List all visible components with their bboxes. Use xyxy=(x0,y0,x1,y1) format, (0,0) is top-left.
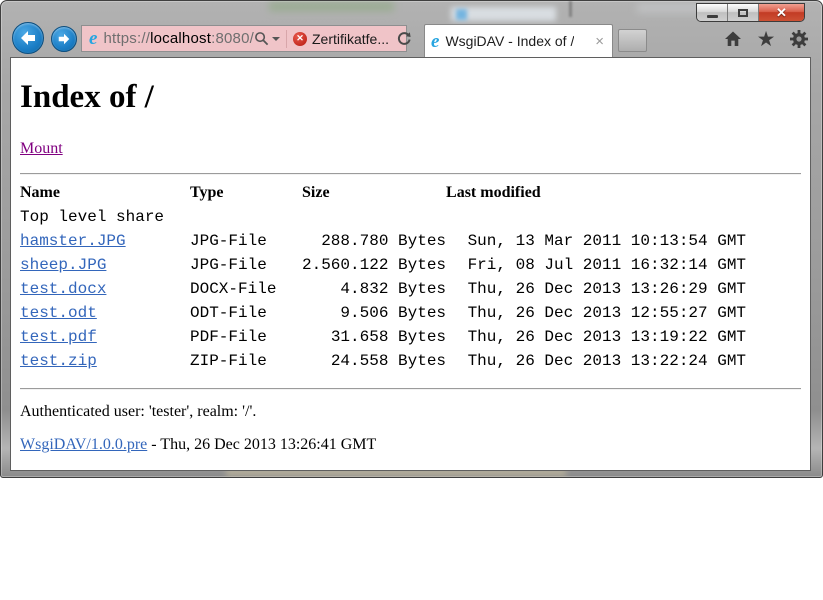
file-type: DOCX-File xyxy=(190,277,302,301)
column-header-modified: Last modified xyxy=(446,181,746,205)
server-timestamp: - Thu, 26 Dec 2013 13:26:41 GMT xyxy=(147,436,376,453)
table-header-row: Name Type Size Last modified xyxy=(20,181,746,205)
tab-close-icon[interactable]: × xyxy=(593,34,606,49)
table-row: test.odt ODT-File 9.506 Bytes Thu, 26 De… xyxy=(20,301,746,325)
back-arrow-icon xyxy=(19,30,37,46)
file-size: 2.560.122 Bytes xyxy=(302,253,446,277)
gear-icon xyxy=(789,29,809,49)
url-text: https://localhost:8080/ xyxy=(103,30,254,47)
file-type: JPG-File xyxy=(190,253,302,277)
new-tab-button[interactable] xyxy=(618,29,647,52)
star-icon: ★ xyxy=(757,29,776,50)
wsgidav-version-link[interactable]: WsgiDAV/1.0.0.pre xyxy=(20,436,147,453)
url-path: :8080/ xyxy=(211,30,254,47)
navigation-bar: e https://localhost:8080/ ✕ Zertifikatfe… xyxy=(1,16,823,57)
file-type: ODT-File xyxy=(190,301,302,325)
file-link[interactable]: sheep.JPG xyxy=(20,256,106,274)
file-size: 24.558 Bytes xyxy=(302,349,446,373)
file-link[interactable]: test.pdf xyxy=(20,328,97,346)
refresh-button[interactable] xyxy=(396,26,412,51)
certificate-error-label: Zertifikatfe... xyxy=(312,31,389,47)
divider xyxy=(20,173,801,175)
page-viewport: Index of / Mount Name Type Size Last mod… xyxy=(10,57,811,471)
file-link[interactable]: test.docx xyxy=(20,280,106,298)
file-size: 288.780 Bytes xyxy=(302,229,446,253)
home-button[interactable] xyxy=(722,28,744,50)
file-modified: Sun, 13 Mar 2011 10:13:54 GMT xyxy=(446,229,746,253)
certificate-error-icon: ✕ xyxy=(293,32,307,46)
share-label: Top level share xyxy=(20,205,746,229)
file-type: JPG-File xyxy=(190,229,302,253)
tab-title: WsgiDAV - Index of / xyxy=(445,33,574,49)
titlebar-blur-decoration xyxy=(569,1,572,17)
file-type: ZIP-File xyxy=(190,349,302,373)
file-modified: Fri, 08 Jul 2011 16:32:14 GMT xyxy=(446,253,746,277)
file-modified: Thu, 26 Dec 2013 13:22:24 GMT xyxy=(446,349,746,373)
authenticated-user-line: Authenticated user: 'tester', realm: '/'… xyxy=(20,403,801,421)
home-icon xyxy=(723,29,743,49)
mount-link-row: Mount xyxy=(20,140,801,158)
directory-index-page: Index of / Mount Name Type Size Last mod… xyxy=(11,79,810,454)
table-row: test.docx DOCX-File 4.832 Bytes Thu, 26 … xyxy=(20,277,746,301)
settings-button[interactable] xyxy=(788,28,810,50)
back-button[interactable] xyxy=(12,22,44,54)
file-link[interactable]: test.odt xyxy=(20,304,97,322)
table-row: test.zip ZIP-File 24.558 Bytes Thu, 26 D… xyxy=(20,349,746,373)
column-header-name: Name xyxy=(20,181,190,205)
table-row: test.pdf PDF-File 31.658 Bytes Thu, 26 D… xyxy=(20,325,746,349)
chevron-down-icon xyxy=(272,37,280,41)
toolbar-icons: ★ xyxy=(722,28,810,50)
mount-link[interactable]: Mount xyxy=(20,140,63,157)
divider xyxy=(286,30,287,48)
file-modified: Thu, 26 Dec 2013 13:19:22 GMT xyxy=(446,325,746,349)
column-header-size: Size xyxy=(302,181,446,205)
url-host: localhost xyxy=(150,30,211,47)
file-link[interactable]: hamster.JPG xyxy=(20,232,126,250)
server-signature-line: WsgiDAV/1.0.0.pre - Thu, 26 Dec 2013 13:… xyxy=(20,436,801,454)
forward-arrow-icon xyxy=(57,33,71,45)
divider xyxy=(20,388,801,390)
forward-button[interactable] xyxy=(51,26,77,52)
ie-favicon: e xyxy=(89,29,97,48)
file-modified: Thu, 26 Dec 2013 13:26:29 GMT xyxy=(446,277,746,301)
table-row: sheep.JPG JPG-File 2.560.122 Bytes Fri, … xyxy=(20,253,746,277)
favorites-button[interactable]: ★ xyxy=(755,28,777,50)
file-size: 4.832 Bytes xyxy=(302,277,446,301)
screenshot-stage: ✕ e https://localhost:8080/ xyxy=(0,0,823,600)
file-modified: Thu, 26 Dec 2013 12:55:27 GMT xyxy=(446,301,746,325)
table-note-row: Top level share xyxy=(20,205,746,229)
titlebar-blur-decoration xyxy=(269,2,394,11)
browser-window: ✕ e https://localhost:8080/ xyxy=(0,0,823,478)
url-scheme: https:// xyxy=(103,30,150,47)
file-type: PDF-File xyxy=(190,325,302,349)
column-header-type: Type xyxy=(190,181,302,205)
search-button[interactable] xyxy=(254,26,269,51)
file-size: 31.658 Bytes xyxy=(302,325,446,349)
tab-favicon: e xyxy=(431,32,439,51)
address-bar-tools: ✕ Zertifikatfe... xyxy=(254,26,412,51)
table-row: hamster.JPG JPG-File 288.780 Bytes Sun, … xyxy=(20,229,746,253)
file-table: Name Type Size Last modified Top level s… xyxy=(20,181,746,373)
file-size: 9.506 Bytes xyxy=(302,301,446,325)
address-dropdown-button[interactable] xyxy=(269,26,286,51)
page-title: Index of / xyxy=(20,79,801,116)
certificate-error-button[interactable]: ✕ Zertifikatfe... xyxy=(293,26,396,51)
refresh-icon xyxy=(396,31,412,47)
search-icon xyxy=(254,31,269,46)
file-link[interactable]: test.zip xyxy=(20,352,97,370)
browser-tab[interactable]: e WsgiDAV - Index of / × xyxy=(424,24,613,57)
address-bar[interactable]: e https://localhost:8080/ ✕ Zertifikatfe… xyxy=(81,25,407,52)
